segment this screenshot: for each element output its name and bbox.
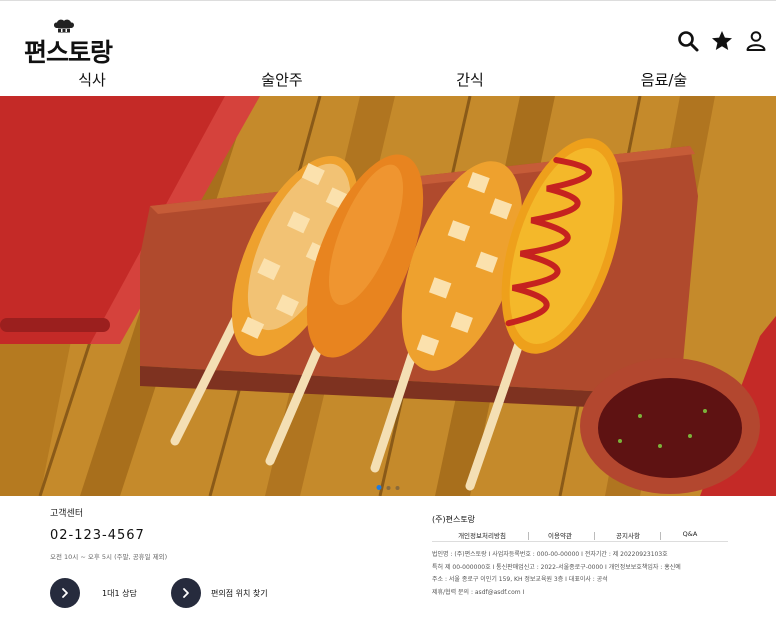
company-info-line: 제휴/협력 문의 : asdf@asdf.com I xyxy=(432,588,525,596)
consult-button-label: 1대1 상담 xyxy=(102,588,137,598)
chevron-right-icon xyxy=(50,578,80,608)
nav-item-drinks[interactable]: 음료/술 xyxy=(641,69,687,90)
terms-link[interactable]: 이용약관 xyxy=(548,530,572,540)
customer-center-phone: 02-123-4567 xyxy=(50,528,145,543)
privacy-policy-link[interactable]: 개인정보처리방침 xyxy=(458,530,506,540)
header-icons xyxy=(676,29,768,53)
hero-banner[interactable] xyxy=(0,96,776,496)
divider xyxy=(660,532,661,540)
divider xyxy=(528,532,529,540)
consult-button[interactable]: 1대1 상담 xyxy=(50,578,137,608)
notice-link[interactable]: 공지사항 xyxy=(616,530,640,540)
search-icon[interactable] xyxy=(676,29,700,53)
corn-dog-illustration xyxy=(0,96,776,496)
company-info-line: 법인명 : (주)편스토랑 I 사업자등록번호 : 000-00-00000 I… xyxy=(432,551,668,558)
store-locator-label: 편의점 위치 찾기 xyxy=(211,588,268,598)
logo-text: 편스토랑 xyxy=(24,38,113,67)
site-footer: 고객센터 02-123-4567 오전 10시 ~ 오후 5시 (주말, 공휴일… xyxy=(0,496,776,620)
site-header: 편스토랑 식사 술안주 간식 음료/술 xyxy=(0,0,776,96)
chevron-right-icon xyxy=(171,578,201,608)
customer-center-title: 고객센터 xyxy=(50,509,84,519)
carousel-dot[interactable] xyxy=(386,485,391,490)
main-nav: 식사 술안주 간식 음료/술 xyxy=(0,67,776,97)
nav-item-snack[interactable]: 간식 xyxy=(456,69,484,90)
user-icon[interactable] xyxy=(744,29,768,53)
divider xyxy=(594,532,595,540)
star-icon[interactable] xyxy=(710,29,734,53)
policy-links: 개인정보처리방침 이용약관 공지사항 Q&A xyxy=(432,528,728,542)
company-info-line: 주소 : 서울 종로구 이인기 159, KH 정보교육원 3층 I 대표이사 … xyxy=(432,576,608,583)
carousel-dot[interactable] xyxy=(376,485,382,490)
company-name: (주)편스토랑 xyxy=(432,515,476,524)
carousel-dot[interactable] xyxy=(395,485,400,490)
qna-link[interactable]: Q&A xyxy=(683,530,698,538)
nav-item-meal[interactable]: 식사 xyxy=(78,69,106,90)
customer-center-hours: 오전 10시 ~ 오후 5시 (주말, 공휴일 제외) xyxy=(50,553,168,561)
carousel-indicators xyxy=(376,485,400,490)
store-locator-button[interactable]: 편의점 위치 찾기 xyxy=(171,578,268,608)
nav-item-snack-with-drinks[interactable]: 술안주 xyxy=(261,69,302,90)
company-info-line: 특허 제 00-000000호 I 통신판매업신고 : 2022-서울종로구-0… xyxy=(432,563,681,571)
logo[interactable]: 편스토랑 xyxy=(24,19,113,67)
company-info: 법인명 : (주)편스토랑 I 사업자등록번호 : 000-00-00000 I… xyxy=(432,549,681,599)
